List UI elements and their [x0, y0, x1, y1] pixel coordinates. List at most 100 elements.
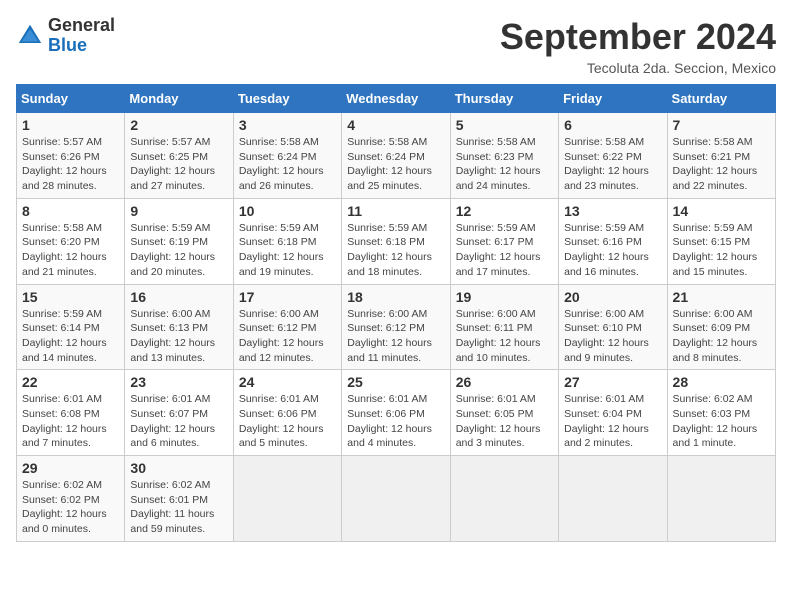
- day-cell-18: 18Sunrise: 6:00 AMSunset: 6:12 PMDayligh…: [342, 284, 450, 370]
- day-info-4: Sunrise: 5:58 AMSunset: 6:24 PMDaylight:…: [347, 135, 444, 194]
- day-cell-13: 13 Sunrise: 5:59 AMSunset: 6:16 PMDayligh…: [559, 198, 667, 284]
- day-info-12: Sunrise: 5:59 AMSunset: 6:17 PMDaylight:…: [456, 221, 553, 280]
- day-info-27: Sunrise: 6:01 AMSunset: 6:04 PMDaylight:…: [564, 392, 661, 451]
- th-friday: Friday: [559, 85, 667, 113]
- day-number-5: 5: [456, 117, 553, 133]
- day-info-2: Sunrise: 5:57 AMSunset: 6:25 PMDaylight:…: [130, 135, 227, 194]
- day-info-8: Sunrise: 5:58 AMSunset: 6:20 PMDaylight:…: [22, 221, 119, 280]
- day-number-27: 27: [564, 374, 661, 390]
- th-tuesday: Tuesday: [233, 85, 341, 113]
- logo-general: General: [48, 15, 115, 35]
- day-cell-8: 8 Sunrise: 5:58 AMSunset: 6:20 PMDaylight…: [17, 198, 125, 284]
- day-cell-3: 3 Sunrise: 5:58 AMSunset: 6:24 PMDaylight…: [233, 113, 341, 199]
- day-info-6: Sunrise: 5:58 AMSunset: 6:22 PMDaylight:…: [564, 135, 661, 194]
- day-info-3: Sunrise: 5:58 AMSunset: 6:24 PMDaylight:…: [239, 135, 336, 194]
- day-info-11: Sunrise: 5:59 AMSunset: 6:18 PMDaylight:…: [347, 221, 444, 280]
- day-cell-7: 7 Sunrise: 5:58 AMSunset: 6:21 PMDaylight…: [667, 113, 775, 199]
- day-cell-19: 19Sunrise: 6:00 AMSunset: 6:11 PMDayligh…: [450, 284, 558, 370]
- day-cell-21: 21 Sunrise: 6:00 AMSunset: 6:09 PMDayligh…: [667, 284, 775, 370]
- day-number-17: 17: [239, 289, 336, 305]
- day-info-26: Sunrise: 6:01 AMSunset: 6:05 PMDaylight:…: [456, 392, 553, 451]
- title-area: September 2024 Tecoluta 2da. Seccion, Me…: [500, 16, 776, 76]
- calendar-week-4: 29 Sunrise: 6:02 AMSunset: 6:02 PMDayligh…: [17, 456, 776, 542]
- logo: General Blue: [16, 16, 115, 56]
- th-thursday: Thursday: [450, 85, 558, 113]
- day-number-9: 9: [130, 203, 227, 219]
- calendar-week-3: 22 Sunrise: 6:01 AMSunset: 6:08 PMDayligh…: [17, 370, 776, 456]
- calendar-thead: Sunday Monday Tuesday Wednesday Thursday…: [17, 85, 776, 113]
- calendar-week-0: 1Sunrise: 5:57 AMSunset: 6:26 PMDaylight…: [17, 113, 776, 199]
- day-number-7: 7: [673, 117, 770, 133]
- day-number-22: 22: [22, 374, 119, 390]
- day-number-25: 25: [347, 374, 444, 390]
- day-cell-20: 20Sunrise: 6:00 AMSunset: 6:10 PMDayligh…: [559, 284, 667, 370]
- day-cell-30: 30 Sunrise: 6:02 AMSunset: 6:01 PMDayligh…: [125, 456, 233, 542]
- day-info-24: Sunrise: 6:01 AMSunset: 6:06 PMDaylight:…: [239, 392, 336, 451]
- day-number-29: 29: [22, 460, 119, 476]
- day-number-30: 30: [130, 460, 227, 476]
- day-number-10: 10: [239, 203, 336, 219]
- th-saturday: Saturday: [667, 85, 775, 113]
- day-number-19: 19: [456, 289, 553, 305]
- day-cell-12: 12 Sunrise: 5:59 AMSunset: 6:17 PMDayligh…: [450, 198, 558, 284]
- day-info-23: Sunrise: 6:01 AMSunset: 6:07 PMDaylight:…: [130, 392, 227, 451]
- day-number-20: 20: [564, 289, 661, 305]
- day-number-3: 3: [239, 117, 336, 133]
- day-cell-2: 2 Sunrise: 5:57 AMSunset: 6:25 PMDaylight…: [125, 113, 233, 199]
- day-info-30: Sunrise: 6:02 AMSunset: 6:01 PMDaylight:…: [130, 478, 227, 537]
- day-info-29: Sunrise: 6:02 AMSunset: 6:02 PMDaylight:…: [22, 478, 119, 537]
- day-number-2: 2: [130, 117, 227, 133]
- empty-cell: [559, 456, 667, 542]
- day-cell-29: 29 Sunrise: 6:02 AMSunset: 6:02 PMDayligh…: [17, 456, 125, 542]
- day-info-15: Sunrise: 5:59 AMSunset: 6:14 PMDaylight:…: [22, 307, 119, 366]
- calendar-body: 1Sunrise: 5:57 AMSunset: 6:26 PMDaylight…: [17, 113, 776, 542]
- weekday-header-row: Sunday Monday Tuesday Wednesday Thursday…: [17, 85, 776, 113]
- day-number-26: 26: [456, 374, 553, 390]
- day-info-16: Sunrise: 6:00 AMSunset: 6:13 PMDaylight:…: [130, 307, 227, 366]
- day-cell-22: 22 Sunrise: 6:01 AMSunset: 6:08 PMDayligh…: [17, 370, 125, 456]
- calendar-week-2: 15 Sunrise: 5:59 AMSunset: 6:14 PMDayligh…: [17, 284, 776, 370]
- day-cell-17: 17 Sunrise: 6:00 AMSunset: 6:12 PMDayligh…: [233, 284, 341, 370]
- day-info-17: Sunrise: 6:00 AMSunset: 6:12 PMDaylight:…: [239, 307, 336, 366]
- day-number-15: 15: [22, 289, 119, 305]
- calendar-subtitle: Tecoluta 2da. Seccion, Mexico: [500, 60, 776, 76]
- day-info-25: Sunrise: 6:01 AMSunset: 6:06 PMDaylight:…: [347, 392, 444, 451]
- day-cell-9: 9Sunrise: 5:59 AMSunset: 6:19 PMDaylight…: [125, 198, 233, 284]
- calendar-title: September 2024: [500, 16, 776, 58]
- day-info-28: Sunrise: 6:02 AMSunset: 6:03 PMDaylight:…: [673, 392, 770, 451]
- day-number-4: 4: [347, 117, 444, 133]
- day-info-18: Sunrise: 6:00 AMSunset: 6:12 PMDaylight:…: [347, 307, 444, 366]
- empty-cell: [667, 456, 775, 542]
- empty-cell: [450, 456, 558, 542]
- day-info-14: Sunrise: 5:59 AMSunset: 6:15 PMDaylight:…: [673, 221, 770, 280]
- day-cell-10: 10Sunrise: 5:59 AMSunset: 6:18 PMDayligh…: [233, 198, 341, 284]
- page-container: General Blue September 2024 Tecoluta 2da…: [16, 16, 776, 542]
- day-cell-24: 24 Sunrise: 6:01 AMSunset: 6:06 PMDayligh…: [233, 370, 341, 456]
- day-cell-26: 26 Sunrise: 6:01 AMSunset: 6:05 PMDayligh…: [450, 370, 558, 456]
- day-number-21: 21: [673, 289, 770, 305]
- day-number-8: 8: [22, 203, 119, 219]
- th-sunday: Sunday: [17, 85, 125, 113]
- day-number-16: 16: [130, 289, 227, 305]
- header-area: General Blue September 2024 Tecoluta 2da…: [16, 16, 776, 76]
- day-number-1: 1: [22, 117, 119, 133]
- day-number-24: 24: [239, 374, 336, 390]
- calendar-week-1: 8 Sunrise: 5:58 AMSunset: 6:20 PMDaylight…: [17, 198, 776, 284]
- day-number-14: 14: [673, 203, 770, 219]
- calendar-table: Sunday Monday Tuesday Wednesday Thursday…: [16, 84, 776, 542]
- day-info-22: Sunrise: 6:01 AMSunset: 6:08 PMDaylight:…: [22, 392, 119, 451]
- day-info-21: Sunrise: 6:00 AMSunset: 6:09 PMDaylight:…: [673, 307, 770, 366]
- empty-cell: [233, 456, 341, 542]
- day-cell-11: 11 Sunrise: 5:59 AMSunset: 6:18 PMDayligh…: [342, 198, 450, 284]
- day-info-7: Sunrise: 5:58 AMSunset: 6:21 PMDaylight:…: [673, 135, 770, 194]
- day-info-5: Sunrise: 5:58 AMSunset: 6:23 PMDaylight:…: [456, 135, 553, 194]
- day-cell-6: 6Sunrise: 5:58 AMSunset: 6:22 PMDaylight…: [559, 113, 667, 199]
- day-number-13: 13: [564, 203, 661, 219]
- day-info-13: Sunrise: 5:59 AMSunset: 6:16 PMDaylight:…: [564, 221, 661, 280]
- day-number-28: 28: [673, 374, 770, 390]
- day-number-23: 23: [130, 374, 227, 390]
- day-cell-5: 5 Sunrise: 5:58 AMSunset: 6:23 PMDaylight…: [450, 113, 558, 199]
- day-number-12: 12: [456, 203, 553, 219]
- day-number-11: 11: [347, 203, 444, 219]
- day-cell-1: 1Sunrise: 5:57 AMSunset: 6:26 PMDaylight…: [17, 113, 125, 199]
